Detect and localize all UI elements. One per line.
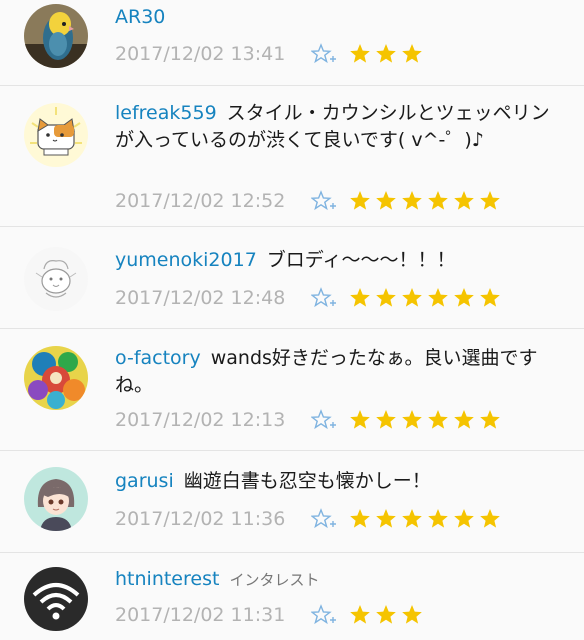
wifi-logo-avatar[interactable] — [24, 567, 88, 631]
comment-timestamp[interactable]: 2017/12/02 12:48 — [115, 287, 311, 309]
star-rating — [349, 409, 505, 431]
add-star-icon[interactable] — [310, 43, 339, 65]
star-icon[interactable] — [453, 409, 475, 431]
parakeet-avatar[interactable] — [24, 4, 88, 68]
star-icon[interactable] — [453, 190, 475, 212]
comment-username[interactable]: htninterest — [115, 568, 219, 590]
comment-timestamp[interactable]: 2017/12/02 12:52 — [115, 190, 311, 212]
star-icon[interactable] — [401, 409, 423, 431]
comment-timestamp[interactable]: 2017/12/02 12:13 — [115, 409, 311, 431]
star-icon[interactable] — [427, 409, 449, 431]
star-icon[interactable] — [401, 190, 423, 212]
comment-username[interactable]: yumenoki2017 — [115, 249, 257, 271]
star-icon[interactable] — [427, 287, 449, 309]
add-star-icon[interactable] — [310, 508, 339, 530]
star-icon[interactable] — [349, 287, 371, 309]
star-icon[interactable] — [375, 190, 397, 212]
star-icon[interactable] — [375, 508, 397, 530]
comment-username[interactable]: lefreak559 — [115, 102, 217, 124]
add-star-icon[interactable] — [310, 190, 339, 212]
comment-username[interactable]: garusi — [115, 470, 174, 492]
star-icon[interactable] — [349, 409, 371, 431]
comment-item: garusi 幽遊白書も忍空も懐かしー！ 2017/12/02 11:36 — [0, 451, 584, 553]
star-icon[interactable] — [349, 604, 371, 626]
add-star-icon[interactable] — [310, 409, 339, 431]
star-rating — [349, 287, 505, 309]
star-icon[interactable] — [479, 287, 501, 309]
comment-username[interactable]: o-factory — [115, 347, 201, 369]
star-icon[interactable] — [427, 190, 449, 212]
star-icon[interactable] — [401, 604, 423, 626]
comment-item: AR30 2017/12/02 13:41 — [0, 0, 584, 86]
star-rating — [349, 43, 427, 65]
star-icon[interactable] — [401, 43, 423, 65]
comment-text: 幽遊白書も忍空も懐かしー！ — [183, 470, 431, 492]
star-icon[interactable] — [375, 604, 397, 626]
cat-avatar[interactable] — [24, 103, 88, 167]
sketch-animal-avatar[interactable] — [24, 247, 88, 311]
comment-item: yumenoki2017 ブロディ〜〜〜！！！ 2017/12/02 12:48 — [0, 227, 584, 329]
star-icon[interactable] — [375, 43, 397, 65]
star-icon[interactable] — [349, 190, 371, 212]
star-rating — [349, 508, 505, 530]
comment-username[interactable]: AR30 — [115, 6, 165, 28]
comment-feed: AR30 2017/12/02 13:41 lefreak559 スタイル・カウ… — [0, 0, 584, 640]
star-icon[interactable] — [401, 287, 423, 309]
star-icon[interactable] — [479, 508, 501, 530]
star-icon[interactable] — [453, 508, 475, 530]
star-icon[interactable] — [349, 508, 371, 530]
comment-timestamp[interactable]: 2017/12/02 11:36 — [115, 508, 311, 530]
star-icon[interactable] — [427, 508, 449, 530]
comment-item: o-factory wands好きだったなぁ。良い選曲ですね。 2017/12/0… — [0, 329, 584, 451]
comment-text: インタレスト — [229, 571, 320, 589]
star-icon[interactable] — [375, 409, 397, 431]
comment-item: htninterest インタレスト 2017/12/02 11:31 — [0, 553, 584, 640]
star-icon[interactable] — [479, 409, 501, 431]
star-icon[interactable] — [453, 287, 475, 309]
comment-timestamp[interactable]: 2017/12/02 13:41 — [115, 43, 311, 65]
star-rating — [349, 604, 427, 626]
comment-timestamp[interactable]: 2017/12/02 11:31 — [115, 604, 311, 626]
star-icon[interactable] — [349, 43, 371, 65]
comment-item: lefreak559 スタイル・カウンシルとツェッペリンが入っているのが渋くて良い… — [0, 86, 584, 227]
anime-girl-avatar[interactable] — [24, 467, 88, 531]
star-icon[interactable] — [479, 190, 501, 212]
star-icon[interactable] — [375, 287, 397, 309]
colorful-illustration-avatar[interactable] — [24, 346, 88, 410]
comment-text: ブロディ〜〜〜！！！ — [266, 249, 456, 271]
star-icon[interactable] — [401, 508, 423, 530]
star-rating — [349, 190, 505, 212]
add-star-icon[interactable] — [310, 287, 339, 309]
add-star-icon[interactable] — [310, 604, 339, 626]
